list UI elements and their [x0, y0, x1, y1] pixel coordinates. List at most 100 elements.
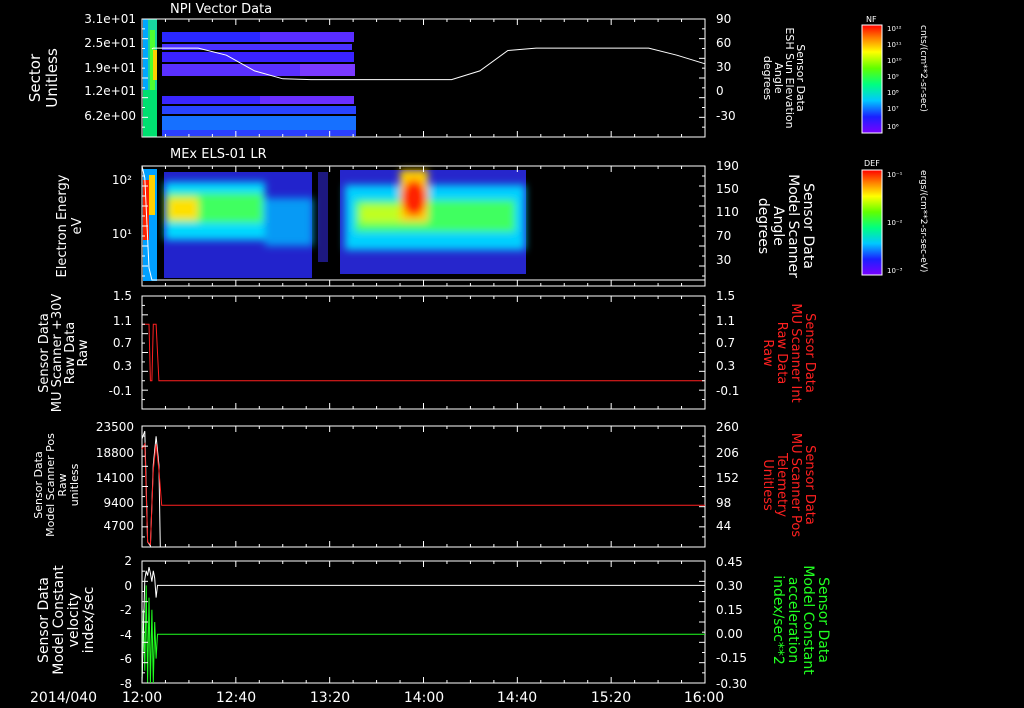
- panel5-right-ytick: 0.15: [716, 603, 743, 617]
- panel4-right-ylabel-line: Telemetry: [774, 452, 789, 517]
- panel5-right-ticks: 0.45 0.30 0.15 0.00 -0.15 -0.30: [716, 555, 747, 691]
- panel3-ytick: 1.5: [113, 289, 132, 303]
- x-tick-label: 12:00: [122, 690, 162, 706]
- panel1-right-ytick: 90: [716, 12, 731, 26]
- panel3-ytick: 1.1: [113, 314, 132, 328]
- panel1-ylabel-line: Unitless: [43, 48, 61, 108]
- colorbar-nf-tick: 10⁷: [887, 105, 899, 113]
- panel1-ytick: 6.2e+00: [84, 109, 136, 123]
- panel3-right-ytick: 1.1: [716, 314, 735, 328]
- panel5-ytick: -2: [120, 603, 132, 617]
- panel4-ylabel-line: unitless: [68, 463, 81, 506]
- panel5-ylabel: Sensor Data Model Constant velocity inde…: [36, 565, 97, 675]
- colorbar-nf-tick: 10¹²: [887, 25, 902, 33]
- panel2-right-ytick: 70: [716, 229, 731, 243]
- panel5-ytick: 0: [124, 579, 132, 593]
- x-axis: 2014/040 12:00 12:40 13:20 14:00 14:40 1…: [30, 690, 724, 706]
- colorbar-nf-tick: 10⁶: [887, 123, 899, 131]
- panel3-ylabel: Sensor Data MU Scanner +30V Raw Data Raw: [37, 294, 91, 413]
- colorbar-def-label: DEF: [864, 159, 880, 168]
- panel3-scanner-int-line: [142, 323, 705, 382]
- panel2-right-ytick: 150: [716, 182, 739, 196]
- x-tick-label: 14:40: [497, 690, 537, 706]
- panel1-right-ytick: 60: [716, 36, 731, 50]
- panel2-right-ytick: 110: [716, 205, 739, 219]
- panel2-right-ylabel-line: Model Scanner: [785, 174, 801, 278]
- panel5-right-ytick: -0.15: [716, 651, 747, 665]
- panel1-right-ylabel: Sensor Data ESH Sun Elevation Angle degr…: [761, 27, 807, 128]
- panel3-right-ylabel-line: Raw: [760, 339, 775, 367]
- panel2-ytick: 10²: [112, 173, 132, 187]
- panel4-right-ylabel-line: Unitless: [760, 459, 775, 511]
- panel2-right-ylabel: Sensor Data Model Scanner Angle degrees: [755, 174, 816, 278]
- panel1-right-ytick: 0: [716, 84, 724, 98]
- panel3-right-ylabel-line: MU Scanner Int: [788, 303, 803, 402]
- panel5-right-ytick: 0.30: [716, 579, 743, 593]
- colorbar-nf-tick: 10¹⁰: [887, 57, 902, 65]
- panel4-right-ytick: 44: [716, 519, 731, 533]
- panel3-right-ylabel: Sensor Data MU Scanner Int Raw Data Raw: [760, 303, 817, 402]
- panel-scanner-pos: 23500 18800 14100 9400 4700 260 206 152 …: [32, 420, 817, 548]
- panel2-right-ylabel-line: Angle: [770, 206, 786, 246]
- colorbar-nf-unit: cnts/(cm**2-sr-sec): [918, 25, 928, 112]
- panel-npi-vector-data: NPI Vector Data 3.1e+01 2.5e+01 1.9e+01: [26, 2, 928, 138]
- panel1-spectrogram: [143, 19, 356, 137]
- panel5-acceleration-line: [141, 585, 705, 684]
- panel5-left-ticks: 2 0 -2 -4 -6 -8: [120, 554, 132, 691]
- panel5-ytick: -4: [120, 628, 132, 642]
- panel1-ylabel-line: Sector: [26, 53, 44, 102]
- panel5-ylabel-line: Model Constant: [51, 565, 67, 675]
- colorbar-nf-label: NF: [866, 15, 877, 24]
- panel5-right-ytick: 0.00: [716, 627, 743, 641]
- panel4-right-ytick: 152: [716, 471, 739, 485]
- panel1-ytick: 1.2e+01: [84, 84, 136, 98]
- panel4-ytick: 18800: [96, 446, 134, 460]
- tplot-figure: NPI Vector Data 3.1e+01 2.5e+01 1.9e+01: [26, 2, 928, 706]
- panel1-right-ylabel-line: degrees: [761, 56, 774, 101]
- panel5-ylabel-line: velocity: [66, 593, 82, 648]
- x-tick-label: 13:20: [310, 690, 350, 706]
- panel2-spectrogram: [143, 169, 526, 281]
- panel4-ytick: 23500: [96, 420, 134, 434]
- panel5-ytick: 2: [124, 554, 132, 568]
- panel5-right-ylabel-line: Sensor Data: [815, 577, 831, 663]
- x-tick-label: 12:40: [216, 690, 256, 706]
- panel3-right-ytick: -0.1: [716, 384, 739, 398]
- colorbar-nf-tick: 10⁸: [887, 89, 899, 97]
- panel2-left-ticks: 10² 10¹: [112, 173, 132, 241]
- colorbar-def: DEF 10⁻¹ 10⁻² 10⁻³ ergs/(cm**2-sr-sec-eV…: [861, 159, 928, 276]
- panel4-ytick: 9400: [103, 496, 134, 510]
- panel2-right-ytick: 30: [716, 253, 731, 267]
- x-tick-label: 16:00: [684, 690, 724, 706]
- panel4-right-ytick: 98: [716, 496, 731, 510]
- panel4-right-ticks: 260 206 152 98 44: [716, 420, 739, 533]
- panel1-ytick: 2.5e+01: [84, 36, 136, 50]
- panel4-right-ylabel-line: MU Scanner Pos: [788, 433, 803, 538]
- panel5-right-ylabel-line: Model Constant: [800, 565, 816, 675]
- colorbar-nf: NF 10¹² 10¹¹ 10¹⁰ 10⁹ 10⁸ 10⁷ 10⁶ cnts/(…: [861, 15, 928, 134]
- x-tick-label: 15:20: [591, 690, 631, 706]
- panel2-right-ticks: 190 150 110 70 30: [716, 159, 739, 267]
- panel-mex-els: MEx ELS-01 LR 10² 10¹ 190 150 110 70 30 …: [55, 147, 928, 287]
- panel-model-constant: 2 0 -2 -4 -6 -8 0.45 0.30 0.15 0.00 -0.1…: [36, 554, 831, 691]
- panel1-ytick: 1.9e+01: [84, 61, 136, 75]
- x-tick-label: 14:00: [404, 690, 444, 706]
- panel1-right-ytick: -30: [716, 109, 736, 123]
- panel2-ylabel-line: Electron Energy: [55, 174, 70, 277]
- panel2-ylabel-line: eV: [70, 217, 85, 234]
- panel5-right-ylabel-line: acceleration: [785, 577, 801, 663]
- colorbar-nf-tick: 10⁹: [887, 73, 899, 81]
- panel4-ytick: 14100: [96, 471, 134, 485]
- panel3-left-ticks: 1.5 1.1 0.7 0.3 -0.1: [109, 289, 132, 398]
- panel5-right-ylabel-line: index/sec**2: [770, 575, 786, 665]
- panel3-right-ylabel-line: Raw Data: [774, 322, 789, 385]
- panel1-title: NPI Vector Data: [170, 2, 272, 17]
- panel5-right-ylabel: Sensor Data Model Constant acceleration …: [770, 565, 831, 675]
- panel4-ytick: 4700: [103, 519, 134, 533]
- panel5-velocity-line: [141, 566, 705, 684]
- panel4-right-ylabel: Sensor Data MU Scanner Pos Telemetry Uni…: [760, 433, 817, 538]
- panel3-right-ylabel-line: Sensor Data: [802, 313, 817, 393]
- panel5-ylabel-line: Sensor Data: [36, 577, 52, 663]
- colorbar-def-unit: ergs/(cm**2-sr-sec-eV): [918, 170, 928, 272]
- panel5-right-ytick: 0.45: [716, 555, 743, 569]
